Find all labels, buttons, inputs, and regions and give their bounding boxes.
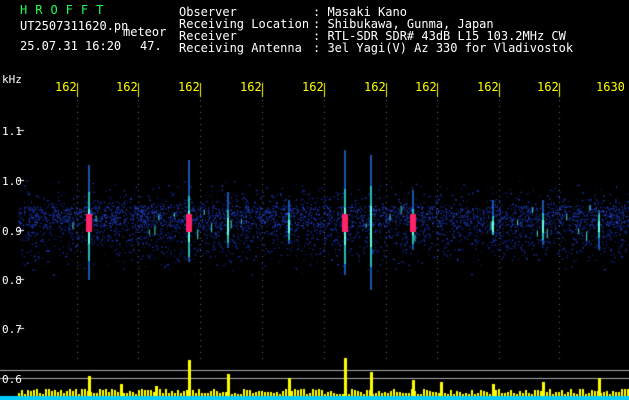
y-tick-label: 1.0: [2, 175, 22, 188]
time-tick-label: 162: [116, 80, 138, 94]
count-label: 47.: [140, 39, 162, 53]
unit-label: kHz: [2, 73, 22, 86]
time-tick-label: 1630: [596, 80, 625, 94]
antenna-label: Receiving Antenna: [179, 41, 302, 55]
time-tick-label: 162: [415, 80, 437, 94]
type-label: meteor: [123, 25, 167, 39]
spectrogram-window: HROFFT UT2507311620.pn meteor 25.07.31 1…: [0, 0, 629, 400]
antenna-value: : 3el Yagi(V) Az 330 for Vladivostok: [313, 41, 574, 55]
time-tick-label: 162: [178, 80, 200, 94]
y-tick-label: 0.6: [2, 373, 22, 386]
spectrogram-canvas: [0, 0, 629, 400]
app-brand: HROFFT: [20, 3, 112, 17]
time-tick-label: 162: [537, 80, 559, 94]
time-tick-label: 162: [477, 80, 499, 94]
y-tick-label: 1.1: [2, 125, 22, 138]
y-tick-label: 0.9: [2, 225, 22, 238]
y-tick-label: 0.7: [2, 323, 22, 336]
time-tick-label: 162: [302, 80, 324, 94]
time-tick-label: 162: [364, 80, 386, 94]
time-tick-label: 162: [240, 80, 262, 94]
datetime-label: 25.07.31 16:20: [20, 39, 122, 53]
filename-label: UT2507311620.pn: [20, 19, 129, 33]
y-tick-label: 0.8: [2, 274, 22, 287]
time-tick-label: 162: [55, 80, 77, 94]
